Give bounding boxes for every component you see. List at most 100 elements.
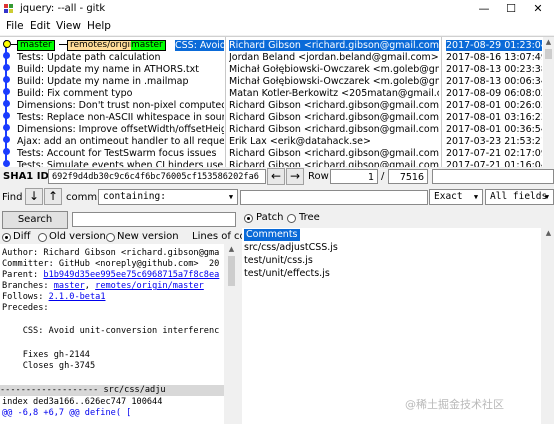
commit-subject[interactable]: Build: Update my name in .mailmap	[17, 76, 189, 87]
patch-radio[interactable]	[244, 214, 253, 223]
old-version-radio[interactable]	[38, 233, 47, 242]
scroll-up-arrow-icon[interactable]: ▲	[544, 38, 553, 47]
head-branch-tag[interactable]: master	[17, 40, 55, 51]
commit-subject-selected[interactable]: CSS: Avoid unit-conversion interference	[175, 40, 224, 51]
find-down-button[interactable]: ↓	[25, 188, 43, 205]
commit-date[interactable]: 2017-08-09 06:08:02	[446, 88, 542, 99]
branch-link[interactable]: master	[54, 281, 85, 291]
commit-dot[interactable]	[3, 88, 10, 95]
commit-author[interactable]: Richard Gibson <richard.gibson@gmail.com…	[229, 124, 439, 135]
row-current-field[interactable]: 1	[330, 169, 378, 184]
file-list-scrollbar[interactable]: ▲	[543, 228, 554, 424]
find-text-input[interactable]	[240, 190, 428, 205]
commit-author-column: Richard Gibson <richard.gibson@gmail.com…	[229, 37, 439, 168]
remote-prefix-tag[interactable]: remotes/origin/	[67, 40, 139, 51]
commit-subject[interactable]: Tests: Account for TestSwarm focus issue…	[17, 148, 216, 159]
goto-field[interactable]	[432, 169, 554, 184]
commit-date-selected[interactable]: 2017-08-29 01:23:04	[446, 40, 542, 51]
commit-subject[interactable]: Build: Fix comment typo	[17, 88, 132, 99]
find-mode-select[interactable]: containing: ▼	[98, 189, 238, 205]
commit-date[interactable]: 2017-08-16 13:07:49	[446, 52, 542, 63]
sha-bar: SHA1 ID: 692f9d4db30c9c6c4f6bc76005cf153…	[0, 167, 554, 187]
menu-view[interactable]: View	[56, 20, 81, 32]
old-version-label[interactable]: Old version	[49, 231, 106, 242]
commit-dot[interactable]	[3, 124, 10, 131]
scroll-up-arrow-icon[interactable]: ▲	[227, 245, 236, 254]
file-item[interactable]: src/css/adjustCSS.js	[244, 242, 338, 254]
sha-id-field[interactable]: 692f9d4db30c9c6c4f6bc76005cf153586202fa6	[48, 169, 266, 184]
tree-radio[interactable]	[287, 214, 296, 223]
commit-dot[interactable]	[3, 136, 10, 143]
branch-link[interactable]: remotes/origin/master	[95, 281, 204, 291]
scrollbar-thumb[interactable]	[228, 256, 235, 286]
commit-date[interactable]: 2017-08-13 00:23:38	[446, 64, 542, 75]
commit-dot[interactable]	[3, 148, 10, 155]
commit-dot[interactable]	[3, 112, 10, 119]
file-item[interactable]: test/unit/css.js	[244, 255, 313, 267]
commit-subject[interactable]: Tests: Update path calculation	[17, 52, 161, 63]
commit-author[interactable]: Jordan Beland <jordan.beland@gmail.com>	[229, 52, 439, 63]
file-item[interactable]: test/unit/effects.js	[244, 268, 330, 280]
menu-file[interactable]: File	[6, 20, 24, 32]
commit-subject[interactable]: Dimensions: Don't trust non-pixel comput…	[17, 100, 224, 111]
watermark: @稀土掘金技术社区	[405, 398, 504, 411]
commit-subject[interactable]: Ajax: add an ontimeout handler to all re…	[17, 136, 224, 147]
commit-author[interactable]: Matan Kotler-Berkowitz <205matan@gmail.c…	[229, 88, 439, 99]
back-arrow-button[interactable]: ←	[267, 168, 285, 185]
commit-dot[interactable]	[3, 100, 10, 107]
branches-line: Branches: master, remotes/origin/master	[2, 281, 204, 291]
commit-author[interactable]: Michał Gołębiowski-Owczarek <m.goleb@gma…	[229, 64, 439, 75]
new-version-label[interactable]: New version	[117, 231, 179, 242]
tree-label[interactable]: Tree	[299, 212, 320, 223]
commit-date[interactable]: 2017-07-21 02:17:09	[446, 148, 542, 159]
commit-author[interactable]: Richard Gibson <richard.gibson@gmail.com…	[229, 112, 439, 123]
file-list-header[interactable]: Comments	[244, 229, 300, 241]
diff-radio[interactable]	[2, 233, 11, 242]
commit-author[interactable]: Michał Gołębiowski-Owczarek <m.goleb@gma…	[229, 76, 439, 87]
lines-of-context-label: Lines of co	[192, 231, 246, 242]
commit-date-column: 2017-08-29 01:23:04 2017-08-16 13:07:49 …	[446, 37, 542, 168]
scrollbar-thumb[interactable]	[545, 49, 552, 59]
search-input[interactable]	[72, 212, 236, 227]
minimize-button[interactable]: —	[471, 1, 497, 17]
find-up-button[interactable]: ↑	[44, 188, 62, 205]
commit-message-line: Fixes gh-2144	[2, 350, 90, 360]
diff-hunk-header: @@ -6,8 +6,7 @@ define( [	[2, 408, 132, 418]
follows-link[interactable]: 2.1.0-beta1	[49, 292, 106, 302]
commit-subject[interactable]: Build: Update my name in ATHORS.txt	[17, 64, 199, 75]
commit-subject[interactable]: Dimensions: Improve offsetWidth/offsetHe…	[17, 124, 224, 135]
commit-date[interactable]: 2017-08-01 00:26:03	[446, 100, 542, 111]
commit-date[interactable]: 2017-08-01 00:36:54	[446, 124, 542, 135]
commit-dot[interactable]	[3, 52, 10, 59]
commit-subject[interactable]: Tests: Replace non-ASCII whitespace in s…	[17, 112, 224, 123]
commit-dot[interactable]	[3, 76, 10, 83]
commit-author-selected[interactable]: Richard Gibson <richard.gibson@gmail.com…	[229, 40, 439, 51]
commit-dot[interactable]	[3, 64, 10, 71]
commit-dot[interactable]	[3, 160, 10, 167]
commit-author[interactable]: Richard Gibson <richard.gibson@gmail.com…	[229, 148, 439, 159]
details-scrollbar[interactable]: ▲	[226, 244, 237, 424]
diff-index-line: index ded3a166..626ec747 100644	[2, 397, 163, 407]
close-button[interactable]: ✕	[525, 1, 551, 17]
commit-date[interactable]: 2017-08-13 00:06:34	[446, 76, 542, 87]
search-button[interactable]: Search	[2, 211, 68, 229]
scroll-up-arrow-icon[interactable]: ▲	[544, 229, 553, 238]
menu-edit[interactable]: Edit	[30, 20, 50, 32]
commit-list-scrollbar[interactable]: ▲	[543, 37, 554, 168]
commit-author[interactable]: Erik Lax <erik@datahack.se>	[229, 136, 371, 147]
window-title: jquery: --all - gitk	[20, 3, 106, 14]
patch-label[interactable]: Patch	[256, 212, 283, 223]
forward-arrow-button[interactable]: →	[286, 168, 304, 185]
diff-label[interactable]: Diff	[13, 231, 30, 242]
menu-help[interactable]: Help	[87, 20, 111, 32]
parent-link[interactable]: b1b949d35ee995ee75c6968715a7f8c8ea	[43, 270, 219, 280]
commit-author[interactable]: Richard Gibson <richard.gibson@gmail.com…	[229, 100, 439, 111]
commit-date[interactable]: 2017-03-23 21:53:21	[446, 136, 542, 147]
maximize-button[interactable]: ☐	[498, 1, 524, 17]
fields-select[interactable]: All fields ▼	[485, 189, 554, 205]
match-select[interactable]: Exact ▼	[429, 189, 483, 205]
head-commit-dot[interactable]	[3, 40, 11, 48]
new-version-radio[interactable]	[106, 233, 115, 242]
remote-branch-tag[interactable]: master	[131, 40, 166, 51]
commit-date[interactable]: 2017-08-01 03:16:23	[446, 112, 542, 123]
